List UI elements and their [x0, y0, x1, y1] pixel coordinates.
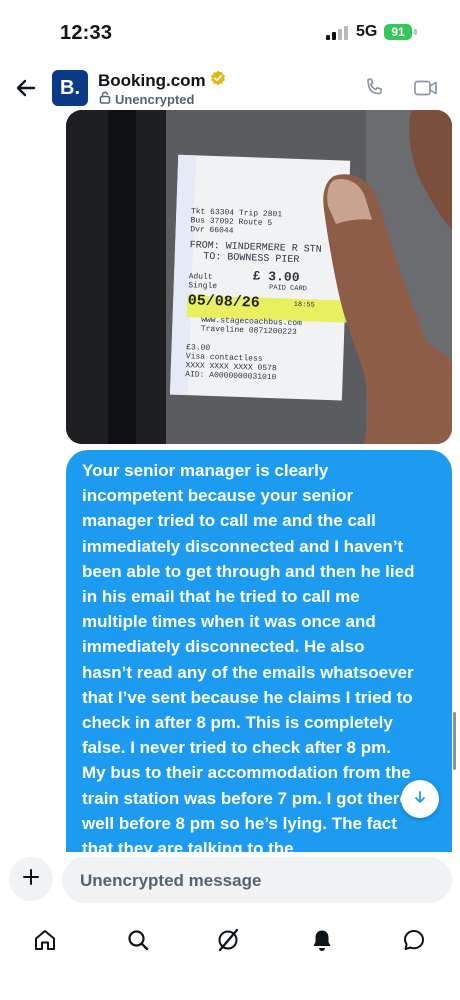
battery-tip [414, 29, 417, 35]
network-label: 5G [356, 23, 378, 40]
avatar[interactable]: B. [52, 70, 88, 106]
grok-icon[interactable] [212, 924, 244, 956]
ticket-text: Tkt 63304 Trip 2801 Bus 37092 Route 5 Dv… [185, 207, 351, 384]
messages-icon[interactable] [398, 924, 430, 956]
ticket-date: 05/08/26 [187, 292, 261, 312]
encryption-status: Unencrypted [99, 91, 194, 107]
ticket-line: £ 3.00 [252, 268, 300, 286]
ticket-line: PAID CARD [268, 284, 308, 294]
add-attachment-button[interactable] [9, 857, 53, 901]
status-time: 12:33 [60, 22, 113, 44]
verified-badge-icon [210, 70, 226, 91]
ticket-line: Single [188, 281, 218, 292]
back-arrow-icon[interactable] [10, 72, 42, 104]
scroll-to-bottom-button[interactable] [401, 780, 439, 818]
arrow-down-icon [413, 790, 427, 809]
ticket-line: 18:55 [293, 300, 315, 310]
conversation-name: Booking.com [98, 70, 206, 90]
conversation-title[interactable]: Booking.com [98, 70, 226, 91]
plus-icon [22, 868, 40, 891]
notifications-bell-icon[interactable] [306, 924, 338, 956]
message-text: Your senior manager is clearly incompete… [82, 461, 415, 852]
video-call-icon[interactable] [412, 74, 440, 102]
scrollbar[interactable] [453, 712, 456, 770]
image-message[interactable]: Tkt 63304 Trip 2801 Bus 37092 Route 5 Dv… [66, 110, 452, 444]
unlock-icon [99, 91, 111, 107]
ticket-date-row: 05/08/26 18:55 [187, 292, 347, 315]
search-icon[interactable] [122, 924, 154, 956]
signal-icon [326, 26, 348, 40]
home-icon[interactable] [29, 924, 61, 956]
message-input-placeholder: Unencrypted message [80, 871, 262, 890]
encryption-label: Unencrypted [115, 91, 195, 107]
status-bar: 12:33 5G 91 [0, 0, 460, 60]
message-bubble[interactable]: Your senior manager is clearly incompete… [66, 450, 452, 852]
phone-call-icon[interactable] [360, 74, 388, 102]
battery-icon: 91 [384, 24, 412, 40]
